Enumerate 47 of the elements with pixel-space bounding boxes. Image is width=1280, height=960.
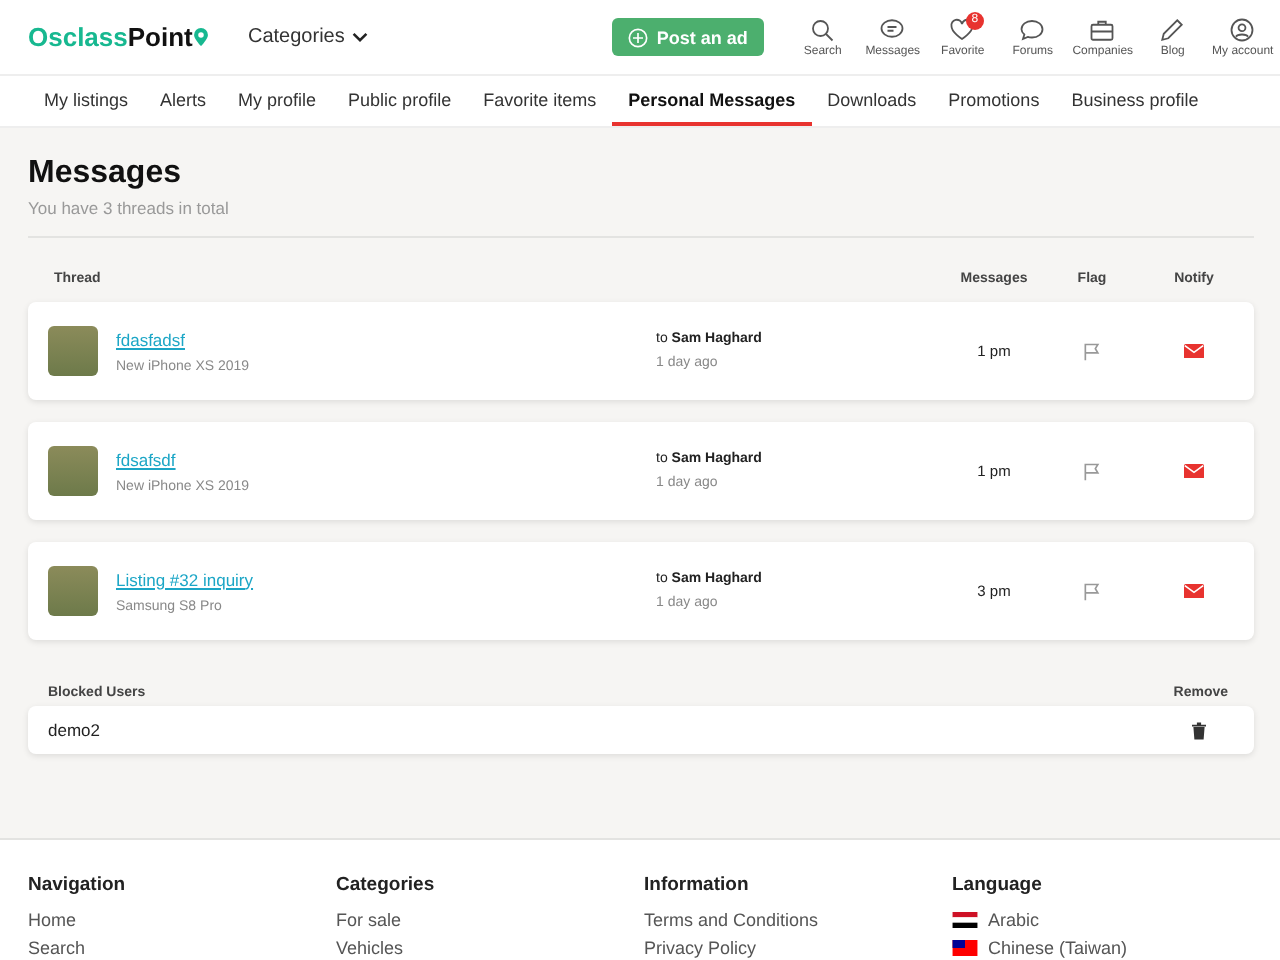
tab[interactable]: Promotions: [932, 76, 1056, 126]
tab[interactable]: Alerts: [144, 76, 223, 126]
page-title: Messages: [28, 156, 183, 192]
footer-link[interactable]: Chinese (Taiwan): [988, 938, 1128, 958]
tab[interactable]: Favorite items: [467, 76, 613, 126]
pin-icon: [194, 28, 209, 46]
pencil-icon: [1160, 17, 1185, 41]
plus-circle-icon: [628, 27, 649, 47]
tab[interactable]: My listings: [28, 76, 145, 126]
speech-bubble-icon: [1020, 17, 1045, 41]
chevron-down-icon: [352, 32, 369, 42]
search-icon: [810, 17, 835, 41]
tab[interactable]: Downloads: [811, 76, 933, 126]
page-subtitle: You have 3 threads in total: [28, 198, 231, 218]
trash-icon[interactable]: [1192, 721, 1206, 739]
footer-heading: Categories: [336, 874, 435, 896]
footer-link[interactable]: Search: [28, 938, 86, 958]
envelope-icon[interactable]: [1184, 463, 1204, 479]
tab[interactable]: Business profile: [1055, 76, 1215, 126]
footer-link[interactable]: Home: [28, 910, 77, 930]
flag-icon[interactable]: [1082, 461, 1102, 481]
flag-icon: [952, 912, 978, 928]
chat-bubble-icon: [880, 17, 905, 41]
footer-link[interactable]: Terms and Conditions: [644, 910, 819, 930]
footer-heading: Navigation: [28, 874, 126, 896]
envelope-icon[interactable]: [1184, 583, 1204, 599]
flag-icon[interactable]: [1082, 341, 1102, 361]
flag-icon[interactable]: [1082, 581, 1102, 601]
briefcase-icon: [1090, 17, 1115, 41]
footer-link[interactable]: For sale: [336, 910, 402, 930]
tab[interactable]: My profile: [222, 76, 333, 126]
photo-placeholder: [48, 446, 98, 496]
footer-heading: Language: [952, 874, 1042, 896]
footer-heading: Information: [644, 874, 749, 896]
flag-icon: [952, 940, 978, 956]
tab[interactable]: Public profile: [332, 76, 468, 126]
username: demo2: [48, 720, 100, 740]
logo[interactable]: OsclassPoint: [28, 22, 248, 52]
heart-icon: [950, 17, 975, 41]
footer-link[interactable]: Vehicles: [336, 938, 404, 958]
photo-placeholder: [48, 566, 98, 616]
footer-link[interactable]: Privacy Policy: [644, 938, 757, 958]
categories-dropdown[interactable]: Categories: [248, 26, 369, 48]
envelope-icon[interactable]: [1184, 343, 1204, 359]
user-circle-icon: [1230, 17, 1255, 41]
footer-link[interactable]: Arabic: [988, 910, 1040, 930]
photo-placeholder: [48, 326, 98, 376]
